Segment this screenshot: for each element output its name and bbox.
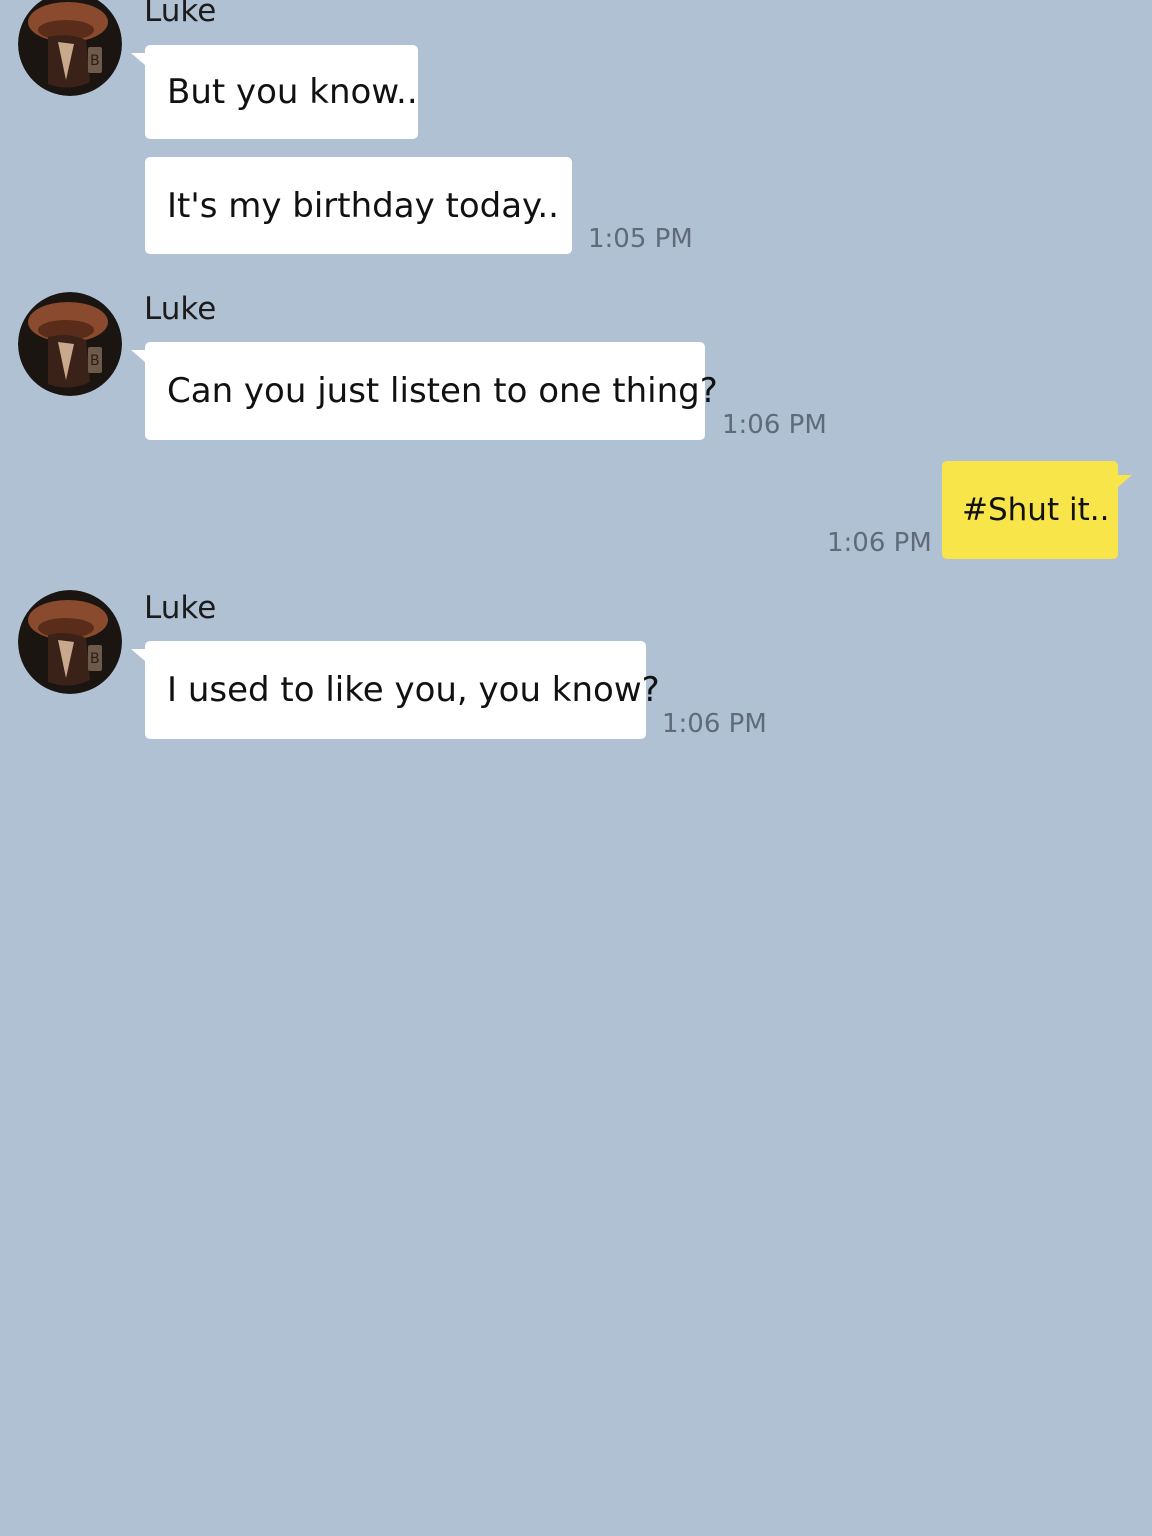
message-text: #Shut it.. — [962, 492, 1110, 528]
message-bubble[interactable]: It's my birthday today.. — [145, 157, 572, 254]
svg-text:B: B — [90, 53, 100, 69]
svg-text:B: B — [90, 651, 100, 667]
message-text: I used to like you, you know? — [167, 670, 660, 710]
profile-photo-avatar-icon: B — [18, 292, 122, 396]
sender-name: Luke — [144, 0, 217, 29]
message-timestamp: 1:06 PM — [827, 528, 932, 558]
message-text: But you know.. — [167, 72, 418, 112]
message-bubble-outgoing[interactable]: #Shut it.. — [942, 461, 1132, 559]
sender-name: Luke — [144, 291, 217, 327]
message-bubble[interactable]: But you know.. — [131, 45, 418, 139]
sender-name: Luke — [144, 590, 217, 626]
profile-photo-avatar-icon: B — [18, 590, 122, 694]
message-timestamp: 1:05 PM — [588, 224, 693, 254]
message-bubble[interactable]: Can you just listen to one thing? — [131, 342, 718, 440]
message-text: It's my birthday today.. — [167, 185, 559, 226]
message-timestamp: 1:06 PM — [722, 410, 827, 440]
message-timestamp: 1:06 PM — [662, 709, 767, 739]
sender-avatar[interactable]: B — [18, 292, 122, 396]
sender-avatar[interactable]: B — [18, 590, 122, 694]
svg-text:B: B — [90, 353, 100, 369]
message-text: Can you just listen to one thing? — [167, 371, 718, 411]
sender-avatar[interactable]: B — [18, 0, 122, 96]
profile-photo-avatar-icon: B — [18, 0, 122, 96]
message-bubble[interactable]: I used to like you, you know? — [131, 641, 660, 739]
